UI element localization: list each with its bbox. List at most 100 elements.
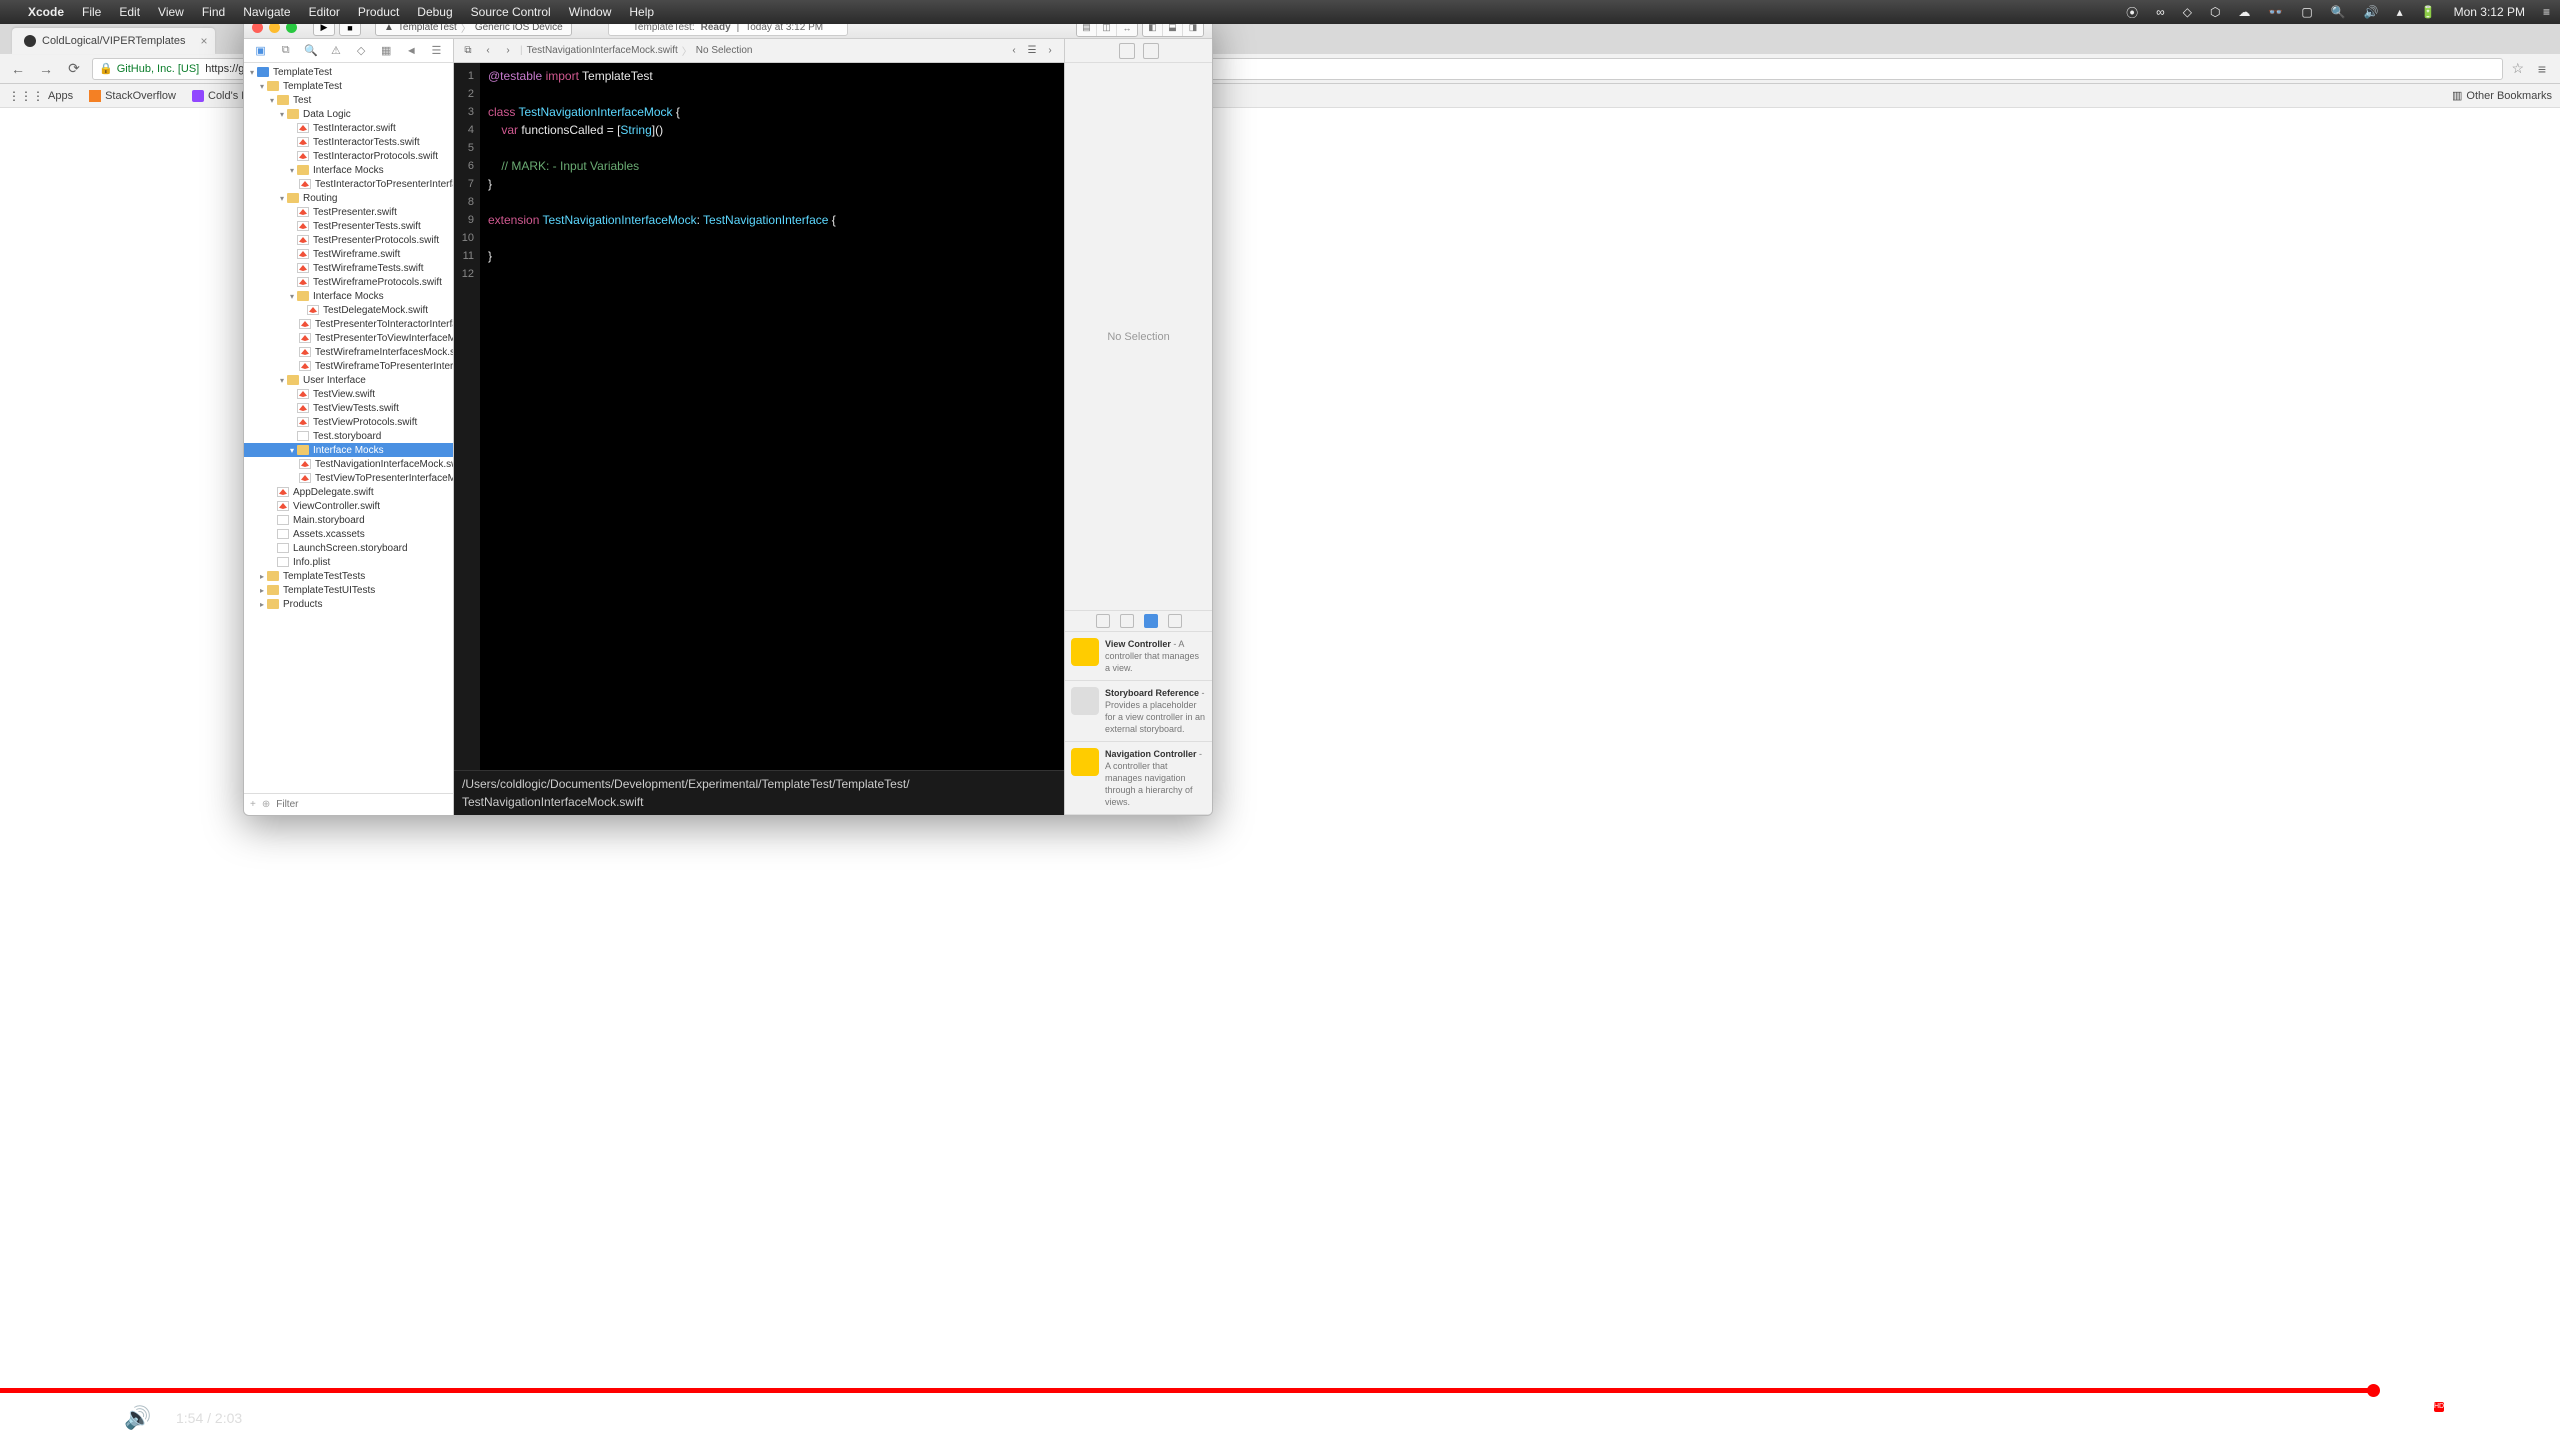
menubar-clock[interactable]: Mon 3:12 PM xyxy=(2454,5,2525,19)
tree-row[interactable]: TestNavigationInterfaceMock.swift xyxy=(244,457,453,471)
add-file-icon[interactable]: + xyxy=(250,799,256,810)
menu-product[interactable]: Product xyxy=(358,5,399,19)
library-item[interactable]: Navigation Controller - A controller tha… xyxy=(1065,742,1212,815)
bookmark-stackoverflow[interactable]: StackOverflow xyxy=(89,90,176,102)
next-button[interactable]: ▶| xyxy=(72,1404,100,1432)
disclosure-triangle-icon[interactable]: ▾ xyxy=(268,96,276,105)
tree-row[interactable]: TestViewProtocols.swift xyxy=(244,415,453,429)
jump-selection[interactable]: No Selection xyxy=(696,45,753,56)
tree-row[interactable]: ▸TemplateTestTests xyxy=(244,569,453,583)
theater-mode-button[interactable]: ▭ xyxy=(2462,1404,2490,1432)
bookmark-apps[interactable]: ⋮⋮⋮Apps xyxy=(8,89,73,103)
tree-row[interactable]: TestPresenter.swift xyxy=(244,205,453,219)
library-item[interactable]: View Controller - A controller that mana… xyxy=(1065,632,1212,681)
menubar-status-icon[interactable]: ⦿ xyxy=(2126,4,2138,21)
menu-edit[interactable]: Edit xyxy=(119,5,140,19)
counterparts-forward-icon[interactable]: › xyxy=(1042,43,1058,59)
menu-editor[interactable]: Editor xyxy=(309,5,340,19)
menu-xcode[interactable]: Xcode xyxy=(28,5,64,19)
reload-button[interactable]: ⟳ xyxy=(64,59,84,79)
tree-row[interactable]: ▾Interface Mocks xyxy=(244,289,453,303)
find-navigator-tab-icon[interactable]: 🔍 xyxy=(303,43,319,59)
code-snippet-library-icon[interactable] xyxy=(1120,614,1134,628)
library-item[interactable]: Storyboard Reference - Provides a placeh… xyxy=(1065,681,1212,742)
tree-row[interactable]: Test.storyboard xyxy=(244,429,453,443)
tree-row[interactable]: TestInteractorTests.swift xyxy=(244,135,453,149)
disclosure-triangle-icon[interactable]: ▸ xyxy=(258,600,266,609)
other-bookmarks[interactable]: ▥ Other Bookmarks xyxy=(2452,89,2552,102)
menubar-wifi-icon[interactable]: ▴ xyxy=(2397,5,2403,19)
tree-row[interactable]: TestInteractorProtocols.swift xyxy=(244,149,453,163)
code-content[interactable]: @testable import TemplateTestclass TestN… xyxy=(480,63,1064,770)
tree-row[interactable]: ▾TemplateTest xyxy=(244,79,453,93)
menu-debug[interactable]: Debug xyxy=(417,5,452,19)
menubar-notifications-icon[interactable]: ≡ xyxy=(2543,5,2550,19)
jump-file[interactable]: TestNavigationInterfaceMock.swift xyxy=(527,45,678,56)
tab-close-icon[interactable]: × xyxy=(200,34,207,48)
tree-row[interactable]: ViewController.swift xyxy=(244,499,453,513)
tree-row[interactable]: TestWireframe.swift xyxy=(244,247,453,261)
tree-row[interactable]: LaunchScreen.storyboard xyxy=(244,541,453,555)
forward-button[interactable]: → xyxy=(36,59,56,79)
disclosure-triangle-icon[interactable]: ▸ xyxy=(258,586,266,595)
menu-window[interactable]: Window xyxy=(569,5,612,19)
tree-row[interactable]: TestWireframeToPresenterInterfaceMock.sw… xyxy=(244,359,453,373)
project-tree[interactable]: ▾TemplateTest▾TemplateTest▾Test▾Data Log… xyxy=(244,63,453,793)
tree-row[interactable]: TestWireframeTests.swift xyxy=(244,261,453,275)
menu-navigate[interactable]: Navigate xyxy=(243,5,290,19)
tree-row[interactable]: ▾Routing xyxy=(244,191,453,205)
disclosure-triangle-icon[interactable]: ▾ xyxy=(278,194,286,203)
menu-source-control[interactable]: Source Control xyxy=(471,5,551,19)
menubar-infinity-icon[interactable]: ∞ xyxy=(2156,5,2165,19)
captions-button[interactable]: CC xyxy=(2364,1410,2390,1426)
disclosure-triangle-icon[interactable]: ▾ xyxy=(288,446,296,455)
jump-bar[interactable]: ⧉ ‹ › | TestNavigationInterfaceMock.swif… xyxy=(454,39,1064,63)
browser-tab[interactable]: ColdLogical/VIPERTemplates × xyxy=(12,28,215,54)
tree-row[interactable]: Main.storyboard xyxy=(244,513,453,527)
tree-row[interactable]: ▾Interface Mocks xyxy=(244,163,453,177)
file-inspector-tab-icon[interactable] xyxy=(1119,43,1135,59)
jump-forward-icon[interactable]: › xyxy=(500,43,516,59)
fullscreen-button[interactable]: ⛶ xyxy=(2512,1404,2540,1432)
menubar-dropbox-icon[interactable]: ◇ xyxy=(2183,5,2192,19)
symbol-navigator-tab-icon[interactable]: ⧉ xyxy=(278,43,294,59)
tree-row[interactable]: ▸TemplateTestUITests xyxy=(244,583,453,597)
breakpoint-navigator-tab-icon[interactable]: ◄ xyxy=(403,43,419,59)
tree-row[interactable]: TestPresenterToViewInterfaceMock.swift xyxy=(244,331,453,345)
tree-row[interactable]: TestView.swift xyxy=(244,387,453,401)
tree-row[interactable]: TestWireframeProtocols.swift xyxy=(244,275,453,289)
tree-row[interactable]: Assets.xcassets xyxy=(244,527,453,541)
play-button[interactable]: ▶ xyxy=(20,1404,48,1432)
disclosure-triangle-icon[interactable]: ▾ xyxy=(258,82,266,91)
menu-find[interactable]: Find xyxy=(202,5,225,19)
tree-row[interactable]: TestViewTests.swift xyxy=(244,401,453,415)
menu-view[interactable]: View xyxy=(158,5,184,19)
file-template-library-icon[interactable] xyxy=(1096,614,1110,628)
progress-track[interactable] xyxy=(0,1388,2560,1393)
tree-row[interactable]: TestInteractor.swift xyxy=(244,121,453,135)
tree-row[interactable]: TestWireframeInterfacesMock.swift xyxy=(244,345,453,359)
object-library[interactable]: View Controller - A controller that mana… xyxy=(1065,632,1212,815)
tree-row[interactable]: Info.plist xyxy=(244,555,453,569)
issue-navigator-tab-icon[interactable]: ⚠ xyxy=(328,43,344,59)
quick-help-tab-icon[interactable] xyxy=(1143,43,1159,59)
browser-menu-icon[interactable]: ≡ xyxy=(2532,59,2552,79)
tree-row[interactable]: ▾Test xyxy=(244,93,453,107)
menubar-search-icon[interactable]: 🔍 xyxy=(2331,5,2346,19)
menubar-battery-icon[interactable]: 🔋 xyxy=(2421,5,2436,19)
jump-back-icon[interactable]: ‹ xyxy=(480,43,496,59)
menubar-display-icon[interactable]: ▢ xyxy=(2301,5,2312,19)
menubar-cloud-icon[interactable]: ☁ xyxy=(2238,5,2250,19)
menu-file[interactable]: File xyxy=(82,5,101,19)
filter-input[interactable] xyxy=(276,799,447,810)
disclosure-triangle-icon[interactable]: ▸ xyxy=(258,572,266,581)
back-button[interactable]: ← xyxy=(8,59,28,79)
report-navigator-tab-icon[interactable]: ☰ xyxy=(428,43,444,59)
bookmark-star-icon[interactable]: ☆ xyxy=(2511,60,2524,77)
menubar-volume-icon[interactable]: 🔊 xyxy=(2364,5,2379,19)
disclosure-triangle-icon[interactable]: ▾ xyxy=(278,376,286,385)
disclosure-triangle-icon[interactable]: ▾ xyxy=(288,166,296,175)
settings-button[interactable]: ⚙HD xyxy=(2412,1404,2440,1432)
tree-row[interactable]: TestPresenterTests.swift xyxy=(244,219,453,233)
project-navigator-tab-icon[interactable]: ▣ xyxy=(253,43,269,59)
